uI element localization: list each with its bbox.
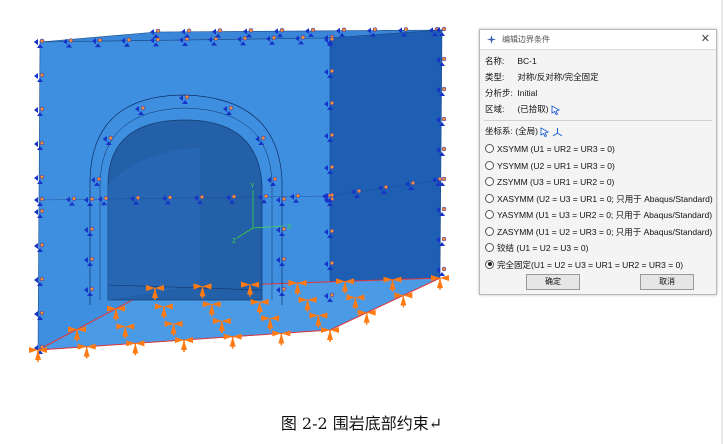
step-label: 分析步: [485, 88, 513, 98]
constraint-option-label: 铰结 (U1 = U2 = U3 = 0) [497, 243, 589, 253]
step-value: Initial [517, 88, 538, 98]
constraint-option-label: XSYMM (U1 = UR2 = UR3 = 0) [497, 144, 615, 154]
constraint-option[interactable]: XASYMM (U2 = U3 = UR1 = 0; 只用于 Abaqus/St… [485, 192, 713, 206]
constraint-option-label: YSYMM (U2 = UR1 = UR3 = 0) [497, 160, 615, 171]
triad-label-z: Z [232, 238, 237, 245]
name-label: 名称: [485, 56, 505, 66]
name-value: BC-1 [517, 56, 537, 66]
constraint-option[interactable]: YSYMM (U2 = UR1 = UR3 = 0) [485, 159, 615, 173]
radio-button[interactable] [485, 243, 494, 253]
csys-row: 坐标系: (全局) [485, 124, 563, 138]
ok-button[interactable]: 确定 [526, 274, 580, 290]
step-row: 分析步: Initial [485, 86, 537, 100]
type-value: 对称/反对称/完全固定 [517, 72, 599, 82]
edit-boundary-condition-dialog[interactable]: 编辑边界条件 ✕ 名称: BC-1 类型: 对称/反对称/完全固定 分析步: I… [479, 29, 717, 295]
create-csys-icon[interactable] [552, 127, 563, 137]
dialog-title: 编辑边界条件 [502, 35, 550, 44]
name-row: 名称: BC-1 [485, 54, 537, 68]
constraint-option-label: 完全固定(U1 = U2 = U3 = UR1 = UR2 = UR3 = 0) [497, 259, 684, 270]
csys-value: (全局) [515, 126, 538, 136]
cancel-button[interactable]: 取消 [640, 274, 694, 290]
constraint-option-label: XASYMM (U2 = U3 = UR1 = 0; 只用于 Abaqus/St… [497, 193, 713, 204]
constraint-option[interactable]: ZSYMM (U3 = UR1 = UR2 = 0) [485, 175, 614, 189]
region-label: 区域: [485, 104, 505, 114]
radio-button[interactable] [485, 193, 494, 203]
constraint-option[interactable]: 铰结 (U1 = U2 = U3 = 0) [485, 241, 588, 255]
radio-button[interactable] [485, 226, 494, 236]
constraint-option-label: ZASYMM (U1 = U2 = UR3 = 0; 只用于 Abaqus/St… [497, 226, 713, 237]
radio-button[interactable] [485, 177, 494, 187]
close-icon[interactable]: ✕ [701, 32, 710, 45]
triad-label-y: Y [250, 183, 255, 190]
abaqus-app-icon [487, 35, 496, 44]
type-label: 类型: [485, 72, 505, 82]
radio-button[interactable] [485, 259, 494, 269]
constraint-option[interactable]: 完全固定(U1 = U2 = U3 = UR1 = UR2 = UR3 = 0) [485, 258, 683, 272]
csys-label: 坐标系: [485, 126, 513, 136]
constraint-option[interactable]: XSYMM (U1 = UR2 = UR3 = 0) [485, 142, 615, 156]
figure-caption: 图 2-2 围岩底部约束↵ [280, 414, 443, 433]
type-row: 类型: 对称/反对称/完全固定 [485, 70, 599, 84]
radio-button[interactable] [485, 210, 494, 220]
region-row: 区域: (已拾取) [485, 102, 560, 116]
select-csys-arrow-icon[interactable] [540, 126, 550, 137]
constraint-option[interactable]: YASYMM (U1 = U3 = UR2 = 0; 只用于 Abaqus/St… [485, 208, 712, 222]
dialog-titlebar[interactable]: 编辑边界条件 ✕ [480, 30, 716, 50]
divider [484, 120, 712, 121]
radio-button[interactable] [485, 160, 494, 170]
constraint-option-label: YASYMM (U1 = U3 = UR2 = 0; 只用于 Abaqus/St… [497, 210, 713, 220]
select-region-arrow-icon[interactable] [551, 104, 560, 115]
model-scene: Y Z X [29, 26, 449, 362]
triad-label-x: X [287, 224, 292, 231]
constraint-option-label: ZSYMM (U3 = UR1 = UR2 = 0) [497, 177, 615, 187]
model-viewport[interactable]: Y Z X [0, 0, 478, 400]
radio-button[interactable] [485, 144, 494, 154]
region-value: (已拾取) [517, 104, 549, 114]
constraint-option[interactable]: ZASYMM (U1 = U2 = UR3 = 0; 只用于 Abaqus/St… [485, 225, 712, 239]
